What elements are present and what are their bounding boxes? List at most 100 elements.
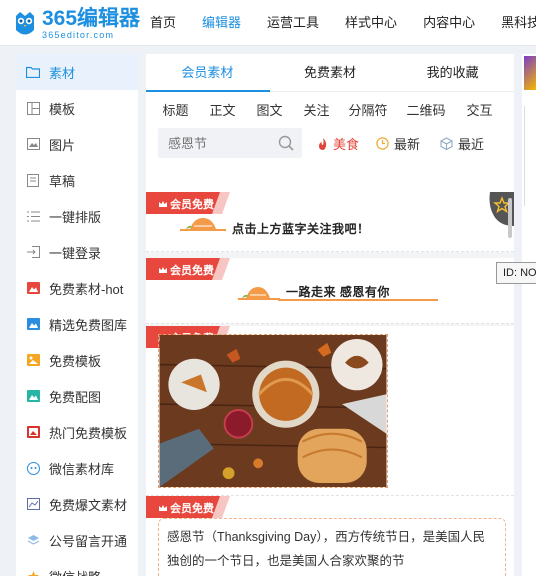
sidebar-item-viral-material[interactable]: 免费爆文素材 [16, 486, 138, 522]
sidebar-item-wechat-strategy[interactable]: 微信战略 [16, 558, 138, 576]
owl-logo-icon [14, 10, 36, 38]
sidebar-item-label: 草稿 [49, 173, 76, 189]
element-id-tooltip: ID: NO [496, 262, 536, 284]
cube-icon [440, 137, 453, 150]
material-tabs: 会员素材 免费素材 我的收藏 [146, 54, 514, 92]
sidebar-item-material[interactable]: 素材 [16, 54, 138, 90]
star-icon [26, 569, 40, 576]
wechat-icon [26, 461, 40, 475]
tab-free-material[interactable]: 免费素材 [269, 54, 392, 91]
sidebar-item-comment-enable[interactable]: 公号留言开通 [16, 522, 138, 558]
chart-icon [26, 497, 40, 511]
material-card[interactable]: 会员免费 感恩节（Thanksgiving Day），西方传统节日，是美国人民独… [146, 496, 514, 576]
sidebar-item-wechat-library[interactable]: 微信素材库 [16, 450, 138, 486]
nav-ops-tools[interactable]: 运营工具 [267, 0, 319, 46]
layout-icon [26, 101, 40, 115]
sidebar-item-one-click-layout[interactable]: 一键排版 [16, 198, 138, 234]
sidebar-item-hot-free-template[interactable]: 热门免费模板 [16, 414, 138, 450]
sidebar-item-label: 公号留言开通 [49, 533, 128, 549]
feed-scrollbar[interactable] [508, 198, 512, 238]
pie-illustration-icon [238, 287, 280, 300]
filter-row: 美食 最新 最近 [146, 126, 514, 168]
sidebar-item-label: 免费素材-hot [49, 281, 124, 297]
red-gallery-icon [26, 425, 40, 439]
folder-icon [26, 65, 40, 79]
logo-subtitle: 365editor.com [42, 30, 115, 40]
material-card[interactable]: 会员免费 [146, 326, 514, 496]
sidebar-item-free-gallery[interactable]: 精选免费图库 [16, 306, 138, 342]
teal-image-icon [26, 389, 40, 403]
orange-image-icon [26, 353, 40, 367]
category-title[interactable]: 标题 [152, 100, 199, 119]
logo[interactable]: 365编辑器 365editor.com [14, 8, 140, 40]
logo-title: 365编辑器 [42, 7, 141, 30]
sidebar-item-label: 微信素材库 [49, 461, 115, 477]
filter-label: 最新 [394, 137, 421, 152]
filter-label: 美食 [333, 137, 360, 152]
category-bar: 标题 正文 图文 关注 分隔符 二维码 交互 [146, 92, 514, 126]
right-panel-edge [522, 54, 536, 576]
sidebar-item-label: 免费配图 [49, 389, 102, 405]
sidebar: 素材 模板 图片 草稿 一键排版 一键登录 免费素材-hot 精选免费图库 免费… [16, 54, 138, 576]
pie-illustration-icon [180, 218, 226, 231]
sidebar-item-label: 一键登录 [49, 245, 102, 261]
filter-recent[interactable]: 最近 [440, 134, 484, 153]
filter-food[interactable]: 美食 [318, 134, 359, 153]
sidebar-item-label: 图片 [49, 137, 76, 153]
search-icon[interactable] [278, 135, 294, 156]
sidebar-item-draft[interactable]: 草稿 [16, 162, 138, 198]
category-qrcode[interactable]: 二维码 [396, 100, 456, 119]
nav-editor[interactable]: 编辑器 [202, 0, 241, 46]
flame-icon [318, 137, 328, 150]
sidebar-item-label: 精选免费图库 [49, 317, 128, 333]
material-card[interactable]: 会员免费 一路走来 感恩有你 [146, 258, 514, 324]
filter-latest[interactable]: 最新 [376, 134, 420, 153]
nav-content-center[interactable]: 内容中心 [423, 0, 475, 46]
layers-icon [26, 533, 40, 547]
crown-icon [158, 262, 168, 280]
sidebar-item-label: 免费模板 [49, 353, 102, 369]
sidebar-item-free-material-hot[interactable]: 免费素材-hot [16, 270, 138, 306]
category-divider[interactable]: 分隔符 [340, 100, 396, 119]
sidebar-item-label: 素材 [49, 65, 76, 81]
nav-home[interactable]: 首页 [150, 0, 176, 46]
material-card[interactable]: 会员免费 点击上方蓝字关注我吧！ [146, 192, 514, 252]
sidebar-item-free-illustration[interactable]: 免费配图 [16, 378, 138, 414]
material-panel: 会员素材 免费素材 我的收藏 标题 正文 图文 关注 分隔符 二维码 交互 美食… [146, 54, 514, 576]
badge-label: 会员免费 [170, 503, 214, 515]
sidebar-item-label: 微信战略 [49, 567, 101, 576]
nav-style-center[interactable]: 样式中心 [345, 0, 397, 46]
blue-image-icon [26, 317, 40, 331]
sidebar-item-one-click-login[interactable]: 一键登录 [16, 234, 138, 270]
badge-label: 会员免费 [170, 199, 214, 211]
sidebar-item-image[interactable]: 图片 [16, 126, 138, 162]
draft-icon [26, 173, 40, 187]
red-image-icon [26, 281, 40, 295]
tab-my-favorites[interactable]: 我的收藏 [391, 54, 514, 91]
main-nav: 首页 编辑器 运营工具 样式中心 内容中心 黑科技盒 [150, 0, 536, 46]
right-panel-divider [524, 106, 536, 206]
card-text: 一路走来 感恩有你 [286, 285, 390, 299]
card-text: 点击上方蓝字关注我吧！ [232, 222, 370, 236]
image-icon [26, 137, 40, 151]
active-tab-underline [146, 90, 270, 92]
tab-member-material[interactable]: 会员素材 [146, 54, 269, 91]
filter-label: 最近 [458, 137, 485, 152]
sidebar-item-label: 一键排版 [49, 209, 102, 225]
category-interactive[interactable]: 交互 [456, 100, 503, 119]
category-image-text[interactable]: 图文 [246, 100, 293, 119]
thanksgiving-food-photo [158, 334, 388, 488]
sidebar-item-label: 免费爆文素材 [49, 497, 128, 513]
card-paragraph: 感恩节（Thanksgiving Day），西方传统节日，是美国人民独创的一个节… [158, 518, 506, 576]
category-follow[interactable]: 关注 [293, 100, 340, 119]
sidebar-item-free-template[interactable]: 免费模板 [16, 342, 138, 378]
sidebar-item-template[interactable]: 模板 [16, 90, 138, 126]
clock-icon [376, 137, 389, 150]
login-icon [26, 245, 40, 259]
badge-label: 会员免费 [170, 265, 214, 277]
crown-icon [158, 500, 168, 518]
promo-banner-image[interactable] [524, 56, 536, 90]
nav-black-tech[interactable]: 黑科技盒 [501, 0, 536, 46]
category-body[interactable]: 正文 [199, 100, 246, 119]
top-bar: 365编辑器 365editor.com 首页 编辑器 运营工具 样式中心 内容… [0, 0, 536, 46]
